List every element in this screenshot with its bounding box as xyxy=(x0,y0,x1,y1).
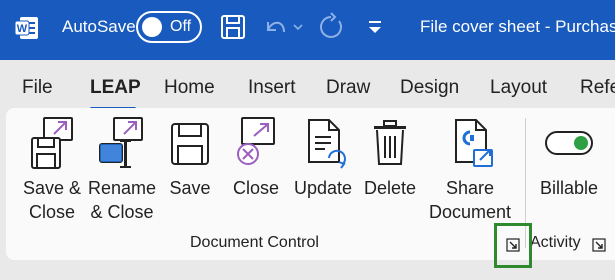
share-document-label: Share Document xyxy=(428,178,512,222)
title-bar: W AutoSave Off File cover sheet - Purcha… xyxy=(0,0,615,60)
svg-text:W: W xyxy=(17,23,28,35)
autosave-toggle[interactable]: Off xyxy=(136,11,202,43)
save-close-label: Save & Close xyxy=(22,178,82,222)
close-label: Close xyxy=(232,178,280,198)
update-button[interactable]: Update xyxy=(292,116,354,200)
update-label: Update xyxy=(293,178,353,198)
group-label-document-control: Document Control xyxy=(190,234,319,251)
save-close-button[interactable]: Save & Close xyxy=(20,116,84,224)
tab-insert[interactable]: Insert xyxy=(248,77,296,99)
update-document-icon xyxy=(308,119,346,169)
ribbon-tabs: File LEAP Home Insert Draw Design Layout… xyxy=(0,60,615,110)
billable-toggle-icon xyxy=(545,131,593,155)
tab-draw[interactable]: Draw xyxy=(326,77,370,99)
tab-home[interactable]: Home xyxy=(164,77,215,99)
tab-file[interactable]: File xyxy=(22,77,53,99)
autosave-state: Off xyxy=(170,18,192,35)
billable-button[interactable]: Billable xyxy=(534,116,604,200)
billable-label: Billable xyxy=(539,178,599,198)
rename-close-label: Rename & Close xyxy=(87,178,157,222)
undo-dropdown-icon[interactable] xyxy=(292,12,304,42)
save-label: Save xyxy=(169,178,211,198)
word-logo-icon[interactable]: W xyxy=(14,15,40,41)
customize-dropdown-icon[interactable] xyxy=(366,12,384,42)
floppy-disk-icon xyxy=(171,123,209,165)
tab-layout[interactable]: Layout xyxy=(490,77,547,99)
highlight-box xyxy=(494,223,532,268)
tab-leap[interactable]: LEAP xyxy=(90,77,141,99)
dialog-launcher-icon[interactable] xyxy=(592,238,606,252)
delete-button[interactable]: Delete xyxy=(360,116,420,200)
save-close-icon xyxy=(31,117,73,169)
rename-close-button[interactable]: Rename & Close xyxy=(88,116,156,224)
document-title: File cover sheet - Purchas xyxy=(420,17,615,36)
toggle-knob xyxy=(142,17,162,37)
redo-icon[interactable] xyxy=(316,12,346,42)
undo-icon[interactable] xyxy=(262,12,288,42)
tab-references[interactable]: Refe xyxy=(580,77,615,99)
rename-close-icon xyxy=(99,117,143,168)
autosave-label: AutoSave xyxy=(62,17,136,36)
save-icon[interactable] xyxy=(220,12,246,42)
trash-icon xyxy=(374,120,406,165)
save-button[interactable]: Save xyxy=(162,116,218,200)
share-document-button[interactable]: Share Document xyxy=(424,116,516,224)
close-button[interactable]: Close xyxy=(228,116,284,200)
delete-label: Delete xyxy=(363,178,417,198)
group-label-activity: Activity xyxy=(530,234,581,251)
close-document-icon xyxy=(237,117,275,165)
share-document-icon xyxy=(455,119,493,167)
tab-design[interactable]: Design xyxy=(400,77,459,99)
